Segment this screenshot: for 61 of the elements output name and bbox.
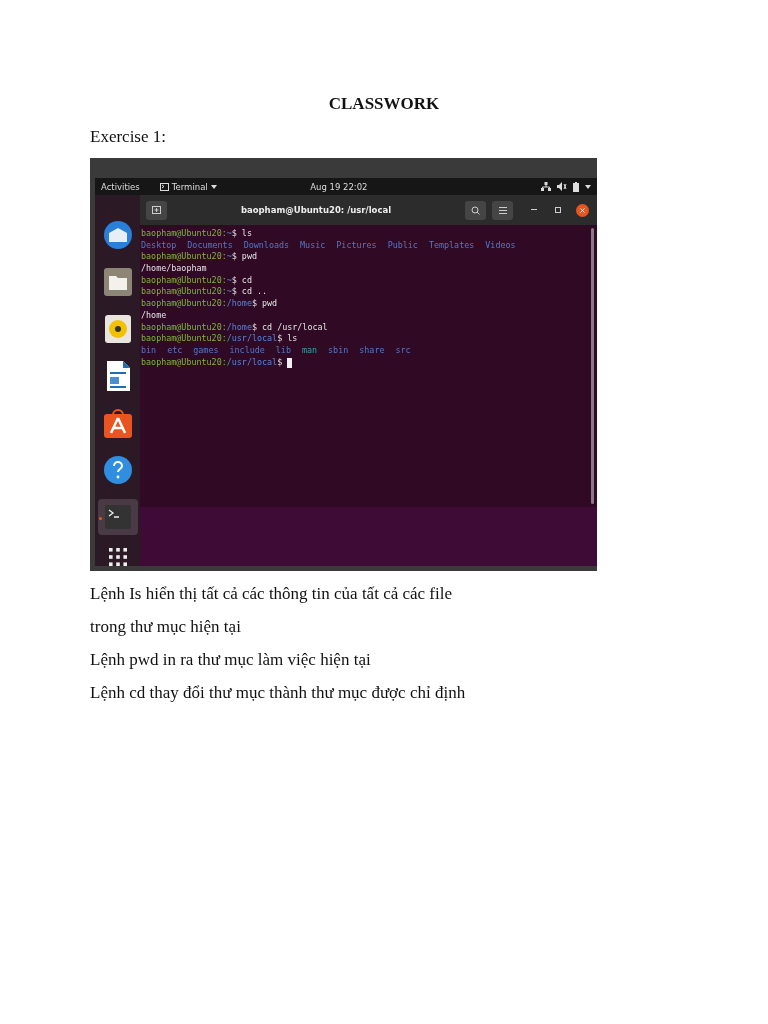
prompt-line: baopham@Ubuntu20:/usr/local$ (141, 356, 597, 369)
directory-name: etc (167, 344, 183, 357)
directory-name: lib (275, 344, 291, 357)
search-icon (471, 205, 480, 215)
document-title: CLASSWORK (327, 93, 441, 115)
volume-icon[interactable] (557, 182, 567, 191)
battery-icon[interactable] (573, 181, 579, 192)
directory-name: Desktop (141, 239, 177, 252)
terminal-icon (103, 504, 132, 530)
menu-button[interactable] (492, 200, 513, 220)
prompt-line: baopham@Ubuntu20:/home$ cd /usr/local (141, 321, 329, 334)
minimize-icon (531, 209, 537, 211)
window-title: baopham@Ubuntu20: /usr/local (239, 205, 393, 215)
directory-name: Downloads (243, 239, 290, 252)
paragraph: Lệnh Is hiển thị tất cả các thông tin của tất cả các file (90, 583, 454, 605)
directory-name: Public (387, 239, 418, 252)
paragraph: trong thư mục hiện tại (90, 616, 242, 638)
menu-icon (498, 206, 507, 214)
new-tab-button[interactable] (146, 200, 167, 220)
prompt-line: baopham@Ubuntu20:/home$ pwd (141, 298, 279, 310)
prompt-line: baopham@Ubuntu20:~$ ls (141, 228, 253, 240)
directory-name: src (395, 344, 411, 357)
new-tab-icon (152, 206, 161, 214)
network-icon[interactable] (541, 182, 551, 191)
caret-icon (210, 184, 217, 189)
terminal-icon (159, 182, 169, 191)
directory-name: man (301, 344, 318, 357)
output-line: /home (141, 309, 168, 322)
directory-name: sbin (328, 344, 349, 357)
output-line: /home/baopham (141, 263, 208, 275)
directory-name: bin (141, 344, 157, 357)
exercise-heading: Exercise 1: (90, 126, 167, 148)
paragraph: Lệnh cd thay đổi thư mục thành thư mục được chỉ định (90, 682, 467, 704)
directory-name: Videos (485, 239, 516, 252)
prompt-line: baopham@Ubuntu20:~$ pwd (141, 251, 258, 264)
clock[interactable]: Aug 19 22:02 (310, 181, 448, 192)
speaker-icon (103, 314, 132, 344)
prompt-line: baopham@Ubuntu20:~$ cd .. (141, 286, 269, 299)
directory-name: Music (300, 239, 326, 252)
directory-name: include (229, 344, 265, 357)
app-grid-icon[interactable] (107, 548, 128, 566)
scrollbar[interactable] (591, 228, 594, 504)
caret-icon[interactable] (585, 184, 591, 189)
directory-name: Pictures (336, 239, 377, 252)
directory-name: Templates (428, 239, 475, 252)
help-icon (102, 455, 133, 485)
app-menu[interactable]: Terminal (159, 181, 217, 192)
paragraph: Lệnh pwd in ra thư mục làm việc hiện tại (90, 649, 372, 671)
directory-name: games (193, 344, 219, 357)
activities-button[interactable]: Activities (101, 181, 140, 192)
document-icon (104, 360, 131, 392)
prompt-line: baopham@Ubuntu20:~$ cd (141, 274, 253, 287)
shopping-bag-icon (102, 407, 133, 439)
directory-name: share (359, 344, 385, 357)
prompt-line: baopham@Ubuntu20:/usr/local$ ls (141, 333, 299, 345)
directory-name: Documents (187, 239, 233, 252)
maximize-icon (555, 207, 561, 213)
close-button[interactable] (573, 201, 591, 219)
search-button[interactable] (465, 200, 486, 220)
close-icon (575, 203, 589, 217)
folder-icon (102, 267, 133, 297)
